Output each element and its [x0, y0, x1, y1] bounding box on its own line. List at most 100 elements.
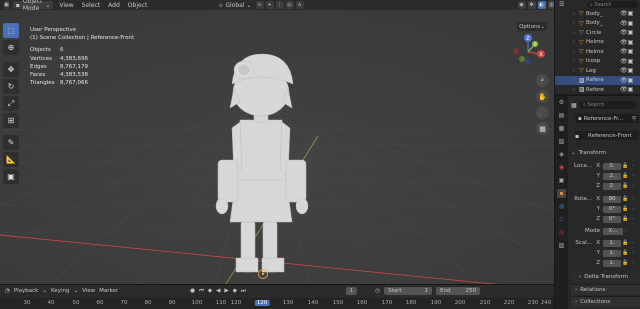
lock-icon[interactable]: 🔓 [621, 250, 630, 256]
eye-icon[interactable]: 👁 [620, 77, 628, 84]
options-dropdown[interactable]: Options ⌄ [517, 22, 547, 31]
transform-panel-header[interactable]: ⌄ Transform [571, 148, 639, 157]
camera-icon[interactable]: ▣ [627, 67, 634, 74]
menu-keying[interactable]: Keying [51, 288, 69, 294]
rotation-mode-dropdown[interactable]: X... [603, 227, 623, 235]
outliner-item[interactable]: › ▽ Helme 👁 ▣ [555, 38, 640, 48]
outliner-search-input[interactable]: ⌕ Search [587, 1, 637, 8]
camera-view-icon[interactable]: 🎥 [536, 106, 549, 119]
outliner-item[interactable]: › ▽ Body_ 👁 ▣ [555, 9, 640, 19]
rotation-x-field[interactable]: 90 [603, 195, 621, 203]
scene-tab-icon[interactable]: ◈ [557, 150, 566, 159]
constraints-tab-icon[interactable]: ⊂ [557, 215, 566, 224]
render-tab-icon[interactable]: ▤ [557, 111, 566, 120]
keyframe-dot-icon[interactable]: · [630, 216, 636, 222]
outliner-item[interactable]: › ▽ Icosp 👁 ▣ [555, 57, 640, 67]
location-y-field[interactable]: 2. [603, 172, 621, 180]
keyframe-dot-icon[interactable]: · [630, 163, 636, 169]
pan-hand-icon[interactable]: ✋ [536, 90, 549, 103]
collection-tab-icon[interactable]: ▣ [557, 176, 566, 185]
scale-z-field[interactable]: 1. [603, 259, 621, 267]
lock-icon[interactable]: 🔓 [621, 163, 630, 169]
delta-transform-panel[interactable]: › Delta Transform [571, 271, 640, 282]
properties-search-input[interactable]: ⌕ Search [579, 101, 637, 109]
scale-x-field[interactable]: 1. [603, 239, 621, 247]
outliner-filter-icon[interactable]: ☰ [559, 1, 564, 8]
cursor-tool-icon[interactable]: ⊕ [3, 40, 19, 55]
eye-icon[interactable]: 👁 [620, 67, 628, 74]
camera-icon[interactable]: ▣ [627, 86, 634, 93]
rotation-z-field[interactable]: 0° [603, 215, 621, 223]
transform-tool-icon[interactable]: ⊞ [3, 113, 19, 128]
outliner-item[interactable]: › ▽ Body_ 👁 ▣ [555, 19, 640, 29]
texture-tab-icon[interactable]: ▨ [557, 241, 566, 250]
move-tool-icon[interactable]: ✥ [3, 62, 19, 77]
camera-icon[interactable]: ▣ [627, 48, 634, 55]
menu-view[interactable]: View [57, 2, 75, 9]
menu-object[interactable]: Object [126, 2, 150, 9]
keyframe-dot-icon[interactable]: · [630, 206, 636, 212]
current-frame-field[interactable]: 1 [345, 287, 358, 295]
lock-icon[interactable]: 🔓 [621, 206, 630, 212]
outliner-item-selected[interactable]: › ▨ Refere 👁 ▣ [555, 75, 640, 85]
prev-key-icon[interactable]: ◆ [208, 288, 212, 294]
select-box-tool-icon[interactable]: ⬚ [3, 23, 19, 38]
timeline-ruler[interactable]: 30 40 50 60 70 80 90 100 110 120 120 130… [0, 298, 554, 309]
outliner-item[interactable]: › ▽ Leg 👁 ▣ [555, 66, 640, 76]
keyframe-dot-icon[interactable]: · [630, 260, 636, 266]
eye-icon[interactable]: 👁 [620, 29, 628, 36]
pin-icon[interactable]: ⚲ [632, 116, 639, 122]
gizmo-toggle-icon[interactable]: ✥ [527, 1, 536, 9]
camera-icon[interactable]: ▣ [627, 20, 634, 27]
eye-icon[interactable]: 👁 [620, 39, 628, 46]
lock-icon[interactable]: 🔓 [621, 260, 630, 266]
location-z-field[interactable]: 2. [603, 182, 621, 190]
camera-icon[interactable]: ▣ [627, 39, 634, 46]
editor-type-icon[interactable]: ▦ [571, 102, 577, 109]
eye-icon[interactable]: 👁 [620, 10, 628, 17]
lock-icon[interactable]: 🔓 [621, 173, 630, 179]
eye-icon[interactable]: 👁 [620, 86, 628, 93]
view-layer-tab-icon[interactable]: ▧ [557, 137, 566, 146]
keyframe-dot-icon[interactable]: · [623, 228, 629, 234]
visibility-icon[interactable]: ◉ [517, 1, 526, 9]
proportional-icon[interactable]: ◎ [285, 1, 294, 9]
rotate-tool-icon[interactable]: ↻ [3, 79, 19, 94]
measure-tool-icon[interactable]: 📐 [3, 152, 19, 167]
lock-icon[interactable]: 🔓 [621, 196, 630, 202]
camera-icon[interactable]: ▣ [627, 77, 634, 84]
eye-icon[interactable]: 👁 [620, 48, 628, 55]
eye-icon[interactable]: 👁 [620, 58, 628, 65]
tool-tab-icon[interactable]: ⚙ [557, 98, 566, 107]
play-icon[interactable]: ▶ [224, 288, 228, 294]
scale-y-field[interactable]: 1. [603, 249, 621, 257]
rotation-y-field[interactable]: 0° [603, 205, 621, 213]
lock-icon[interactable]: 🔓 [621, 240, 630, 246]
jump-start-icon[interactable]: ⏮ [199, 288, 204, 295]
falloff-icon[interactable]: ∧ [295, 1, 304, 9]
perspective-toggle-icon[interactable]: ▦ [536, 122, 549, 135]
camera-icon[interactable]: ▣ [627, 58, 634, 65]
menu-add[interactable]: Add [106, 2, 122, 9]
add-cube-tool-icon[interactable]: ▣ [3, 169, 19, 184]
output-tab-icon[interactable]: ▦ [557, 124, 566, 133]
object-tab-icon[interactable]: ▪ [557, 189, 566, 198]
camera-icon[interactable]: ▣ [627, 10, 634, 17]
current-frame-marker[interactable]: 120 [254, 300, 270, 306]
scale-tool-icon[interactable]: ⤢ [3, 96, 19, 111]
snap-target-icon[interactable]: ⋮ [275, 1, 284, 9]
object-name-field[interactable]: ▪ Reference-Fr... ⚲ [575, 114, 639, 123]
navigation-gizmo[interactable]: X Z Y [508, 32, 548, 70]
editor-type-icon[interactable]: ▣ [4, 1, 9, 9]
snap-icon[interactable]: ⌖ [265, 1, 274, 9]
zoom-icon[interactable]: ⌕ [536, 74, 549, 87]
lock-icon[interactable]: 🔓 [621, 183, 630, 189]
play-reverse-icon[interactable]: ◀ [216, 288, 220, 294]
3d-viewport[interactable]: User Perspective (1) Scene Collection | … [0, 10, 554, 284]
outliner-item[interactable]: › ▨ Refere 👁 ▣ [555, 85, 640, 95]
object-data-field[interactable]: Reference-Front [575, 131, 639, 140]
mode-dropdown[interactable]: ▪ Object Mode ⌄ [12, 0, 54, 12]
camera-icon[interactable]: ▣ [627, 29, 634, 36]
outliner-item[interactable]: › ▽ Helme 👁 ▣ [555, 47, 640, 57]
clock-icon[interactable]: ◔ [5, 288, 10, 294]
